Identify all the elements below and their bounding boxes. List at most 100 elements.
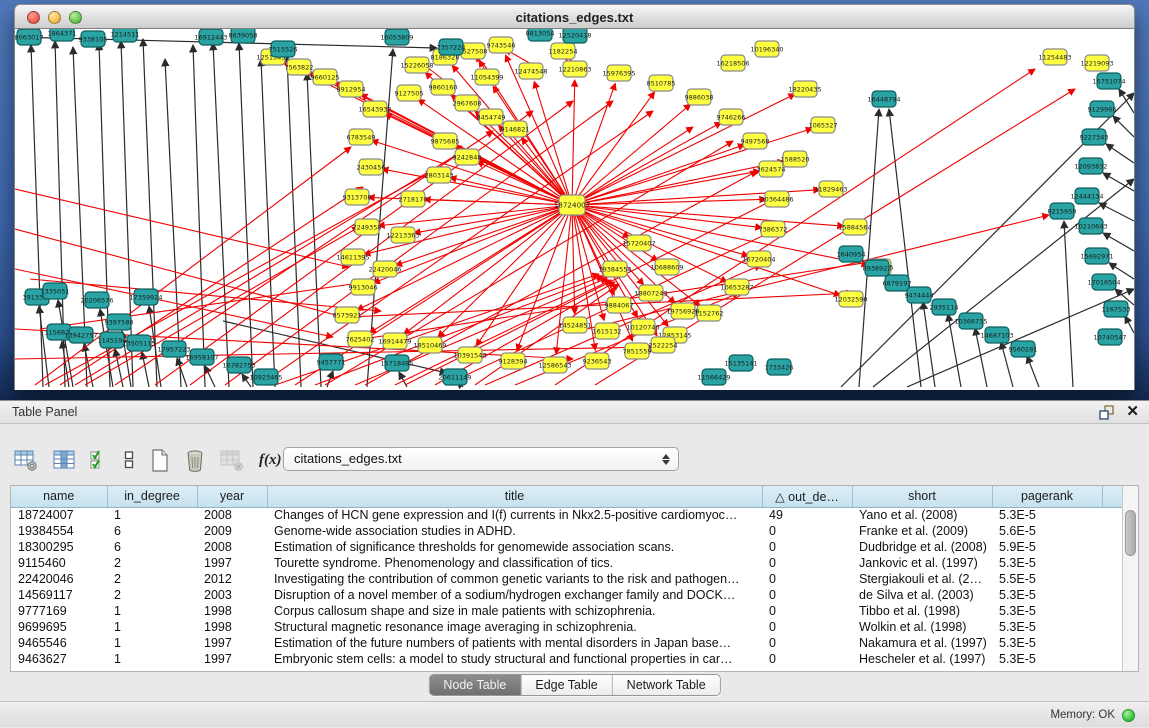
graph-node[interactable]: 10688609 xyxy=(650,259,683,275)
graph-node[interactable]: 19384554 xyxy=(598,261,631,277)
graph-node[interactable]: 9884067 xyxy=(605,297,634,313)
graph-node[interactable]: 11054399 xyxy=(470,69,503,85)
graph-node[interactable]: 9227343 xyxy=(1080,129,1109,145)
graph-node[interactable]: 9886038 xyxy=(685,89,714,105)
graph-node[interactable]: 9397588 xyxy=(105,314,134,330)
table-row[interactable]: 946362711997Embryonic stem cells: a mode… xyxy=(11,651,1122,667)
graph-node[interactable]: 16914479 xyxy=(378,333,411,349)
table-selector-combobox[interactable]: citations_edges.txt xyxy=(283,447,679,471)
graph-node[interactable]: 1065327 xyxy=(809,117,838,133)
table-row[interactable]: 1938455462009Genome-wide association stu… xyxy=(11,523,1122,539)
column-header-pagerank[interactable]: pagerank xyxy=(992,486,1102,507)
graph-node[interactable]: 15720407 xyxy=(622,235,655,251)
graph-node[interactable]: 18220435 xyxy=(788,81,821,97)
graph-node[interactable]: 18724007 xyxy=(554,195,591,215)
graph-node[interactable]: 9236543 xyxy=(583,353,612,369)
graph-node[interactable]: 9560281 xyxy=(1009,341,1038,357)
network-view-window[interactable]: citations_edges.txt 98601601105439912474… xyxy=(14,4,1135,390)
graph-node[interactable]: 22420046 xyxy=(368,261,401,277)
table-row[interactable]: 946554611997Estimation of the future num… xyxy=(11,635,1122,651)
row-height-button[interactable] xyxy=(123,450,135,470)
table-row[interactable]: 1456911722003Disruption of a novel membe… xyxy=(11,587,1122,603)
graph-node[interactable]: 8573921 xyxy=(333,307,362,323)
graph-node[interactable]: 12210863 xyxy=(558,61,591,77)
graph-node[interactable]: 15718485 xyxy=(380,355,413,371)
graph-node[interactable]: 14611395 xyxy=(336,249,369,265)
window-titlebar[interactable]: citations_edges.txt xyxy=(14,4,1135,29)
graph-node[interactable]: 9743546 xyxy=(487,37,516,53)
graph-node[interactable]: 9875685 xyxy=(431,133,460,149)
graph-node[interactable]: 12520418 xyxy=(558,29,591,43)
graph-node[interactable]: 10923465 xyxy=(249,369,282,385)
graph-node[interactable]: 1167533 xyxy=(1102,301,1131,317)
graph-node[interactable]: 10366735 xyxy=(954,313,987,329)
graph-node[interactable]: 20364486 xyxy=(760,191,793,207)
graph-node[interactable]: 7515526 xyxy=(269,41,298,57)
graph-node[interactable]: 16912443 xyxy=(194,29,227,45)
column-header-short[interactable]: short xyxy=(852,486,992,507)
graph-node[interactable]: 16218506 xyxy=(716,55,749,71)
graph-node[interactable]: 1864371 xyxy=(48,29,77,41)
graph-node[interactable]: 2063017 xyxy=(15,29,43,45)
table-row[interactable]: 1872400712008Changes of HCN gene express… xyxy=(11,507,1122,523)
graph-node[interactable]: 11254483 xyxy=(1038,49,1071,65)
graph-node[interactable]: 15226058 xyxy=(400,57,433,73)
graph-node[interactable]: 20611149 xyxy=(438,369,471,385)
delete-table-button[interactable] xyxy=(220,450,244,471)
graph-node[interactable]: 13942757 xyxy=(64,327,97,343)
graph-node[interactable]: 17016504 xyxy=(1087,274,1120,290)
graph-node[interactable]: 12586543 xyxy=(538,357,571,373)
graph-node[interactable]: 2935114 xyxy=(930,299,959,315)
table-row[interactable]: 969969511998Structural magnetic resonanc… xyxy=(11,619,1122,635)
graph-node[interactable]: 7386372 xyxy=(759,221,788,237)
graph-node[interactable]: 17359924 xyxy=(129,289,162,305)
graph-node[interactable]: 10196340 xyxy=(750,41,783,57)
graph-node[interactable]: 18807243 xyxy=(634,285,667,301)
graph-node[interactable]: 14524851 xyxy=(558,317,591,333)
scrollbar-thumb[interactable] xyxy=(1125,510,1136,556)
graph-node[interactable]: 7625402 xyxy=(346,331,375,347)
graph-node[interactable]: 1588520 xyxy=(781,151,810,167)
graph-node[interactable]: 13505115 xyxy=(122,335,155,351)
graph-node[interactable]: 10653287 xyxy=(720,279,753,295)
column-header-name[interactable]: name xyxy=(11,486,107,507)
graph-node[interactable]: 10740547 xyxy=(1093,329,1126,345)
graph-node[interactable]: 9313708 xyxy=(343,189,372,205)
graph-node[interactable]: 9242848 xyxy=(453,149,482,165)
graph-node[interactable]: 1214511 xyxy=(111,29,140,42)
graph-node[interactable]: 12444134 xyxy=(1070,188,1103,204)
graph-node[interactable]: 9129966 xyxy=(1088,101,1117,117)
close-panel-button[interactable]: ✕ xyxy=(1126,403,1139,421)
graph-node[interactable]: 16782753 xyxy=(222,357,255,373)
graph-node[interactable]: 14687103 xyxy=(980,327,1013,343)
graph-node[interactable]: 1733426 xyxy=(765,359,794,375)
graph-node[interactable]: 18510469 xyxy=(413,337,446,353)
graph-node[interactable]: 15135141 xyxy=(724,355,757,371)
graph-node[interactable]: 1182254 xyxy=(549,43,578,59)
graph-node[interactable]: 8215958 xyxy=(1048,203,1077,219)
create-column-button[interactable] xyxy=(150,449,170,472)
graph-node[interactable]: 2522254 xyxy=(649,337,678,353)
float-panel-button[interactable] xyxy=(1099,405,1114,420)
graph-node[interactable]: 7851559 xyxy=(623,343,652,359)
graph-node[interactable]: 9457771 xyxy=(317,354,346,370)
table-row[interactable]: 1830029562008Estimation of significance … xyxy=(11,539,1122,555)
graph-node[interactable]: 16958107 xyxy=(185,349,218,365)
graph-node[interactable]: 8510785 xyxy=(647,75,676,91)
table-row[interactable]: 911546021997Tourette syndrome. Phenomeno… xyxy=(11,555,1122,571)
tab-edge-table[interactable]: Edge Table xyxy=(521,675,612,695)
graph-node[interactable]: 16448794 xyxy=(867,91,900,107)
table-mode-button[interactable] xyxy=(14,450,38,471)
graph-node[interactable]: 8639058 xyxy=(229,29,258,43)
graph-node[interactable]: 2430456 xyxy=(357,159,386,175)
graph-node[interactable]: 12213363 xyxy=(386,227,419,243)
tab-node-table[interactable]: Node Table xyxy=(429,675,521,695)
column-header-year[interactable]: year xyxy=(197,486,267,507)
graph-nodes[interactable]: 9860160110543991247454812210863159763958… xyxy=(15,29,1130,385)
table-row[interactable]: 2242004622012Investigating the contribut… xyxy=(11,571,1122,587)
graph-node[interactable]: 8938922 xyxy=(863,260,892,276)
graph-node[interactable]: 15692971 xyxy=(1080,248,1113,264)
graph-node[interactable]: 10210643 xyxy=(1074,218,1107,234)
graph-node[interactable]: 8912954 xyxy=(337,81,366,97)
graph-node[interactable]: 12032590 xyxy=(834,291,867,307)
